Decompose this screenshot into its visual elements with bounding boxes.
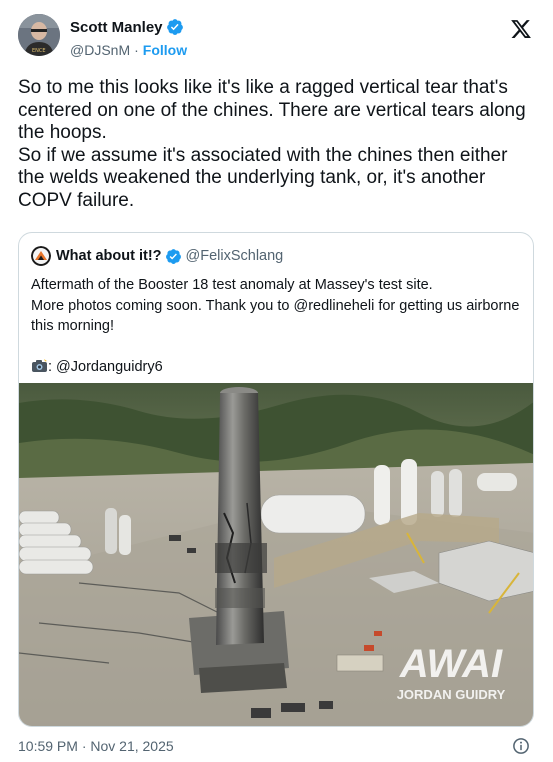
quoted-verified-badge-icon	[165, 248, 181, 264]
author-info: Scott Manley @DJSnM · Follow	[70, 17, 187, 59]
quoted-author-avatar[interactable]	[31, 246, 51, 266]
info-icon[interactable]	[512, 737, 530, 755]
quoted-tweet-text: Aftermath of the Booster 18 test anomaly…	[31, 275, 521, 378]
author-handle[interactable]: @DJSnM	[70, 42, 130, 58]
camera-flash-icon	[32, 359, 47, 372]
separator-dot: ·	[134, 42, 139, 58]
watermark: AWAI JORDAN GUIDRY	[397, 642, 506, 702]
booster-aftermath-photo[interactable]: AWAI JORDAN GUIDRY	[19, 383, 534, 727]
quoted-author-name[interactable]: What about it!?	[56, 248, 162, 264]
svg-text:ENCE: ENCE	[32, 48, 46, 54]
timestamp[interactable]: 10:59 PM · Nov 21, 2025	[18, 738, 174, 754]
avatar-photo: ENCE	[18, 14, 60, 56]
author-avatar[interactable]: ENCE	[18, 14, 60, 56]
watermark-text: JORDAN GUIDRY	[397, 687, 506, 702]
quoted-tweet-header: What about it!? @FelixSchlang	[31, 246, 283, 266]
quoted-author-handle[interactable]: @FelixSchlang	[186, 248, 284, 264]
watermark-logo: AWAI	[399, 642, 503, 686]
quoted-avatar-logo-icon	[31, 246, 51, 266]
follow-button[interactable]: Follow	[143, 42, 187, 58]
tweet-footer: 10:59 PM · Nov 21, 2025	[18, 736, 536, 756]
quoted-tweet[interactable]: What about it!? @FelixSchlang Aftermath …	[18, 232, 534, 727]
tweet-text: So to me this looks like it's like a rag…	[18, 77, 526, 211]
verified-badge-icon	[166, 19, 183, 35]
quoted-text-body: Aftermath of the Booster 18 test anomaly…	[31, 277, 520, 334]
tweet-header: ENCE Scott Manley @DJSnM · Follow	[18, 14, 536, 62]
author-name[interactable]: Scott Manley	[70, 19, 163, 36]
x-logo-icon[interactable]	[510, 18, 532, 40]
photo-credit: : @Jordanguidry6	[48, 359, 163, 375]
